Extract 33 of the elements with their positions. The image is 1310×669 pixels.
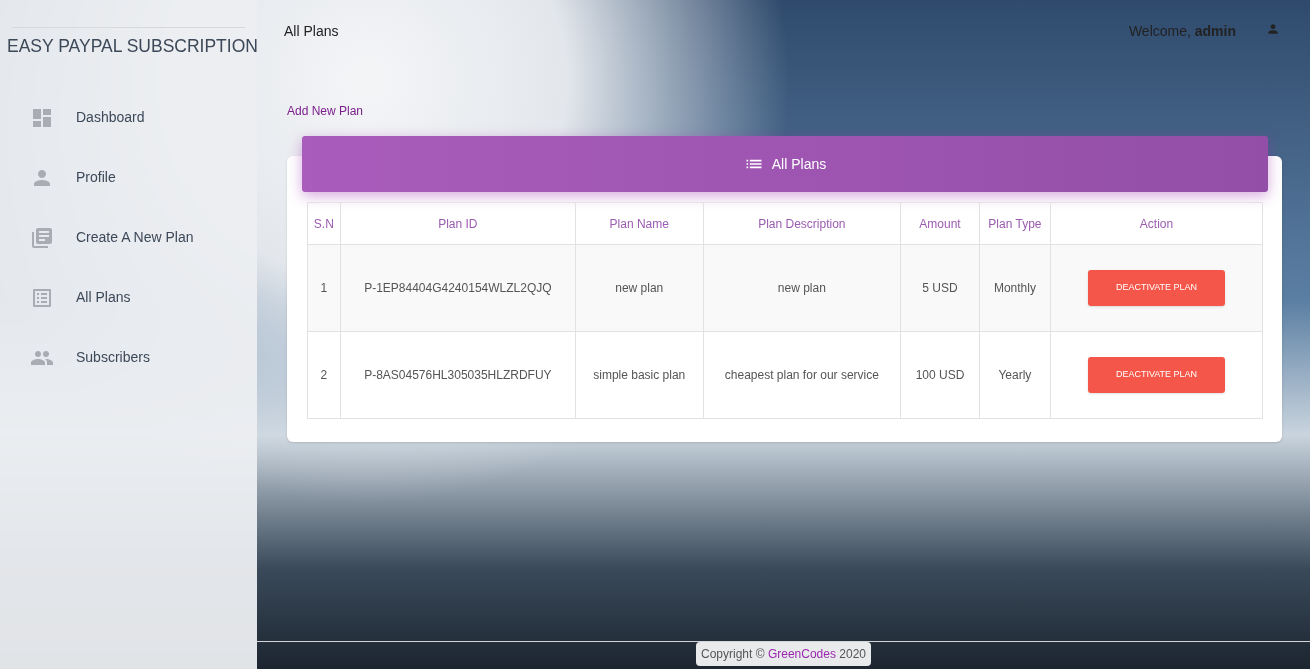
greencodes-link[interactable]: GreenCodes	[767, 647, 836, 661]
add-new-plan-link[interactable]: Add New Plan	[287, 104, 364, 118]
welcome-text: Welcome, admin	[1128, 21, 1236, 41]
table-cell: 2	[307, 331, 341, 419]
table-cell: cheapest plan for our service	[703, 331, 901, 419]
table-cell: new plan	[575, 244, 704, 332]
column-header: Amount	[900, 202, 980, 245]
copyright-text: Copyright © GreenCodes 2020	[696, 642, 871, 666]
column-header: Plan Name	[575, 202, 704, 245]
table-cell: Monthly	[979, 244, 1051, 332]
table-cell: 1	[307, 244, 341, 332]
person-icon[interactable]	[1266, 22, 1280, 36]
column-header: Plan Description	[703, 202, 901, 245]
column-header: S.N	[307, 202, 341, 245]
column-header: Action	[1050, 202, 1263, 245]
document-stack-icon	[30, 225, 54, 250]
table-cell: 5 USD	[900, 244, 980, 332]
column-header: Plan Type	[979, 202, 1051, 245]
sidebar-item[interactable]: Dashboard	[15, 101, 242, 135]
table-cell: new plan	[703, 244, 901, 332]
table-cell: simple basic plan	[575, 331, 704, 419]
table-cell: P-1EP84404G4240154WLZL2QJQ	[340, 244, 576, 332]
sidebar-item[interactable]: All Plans	[15, 281, 242, 315]
sidebar-item[interactable]: Subscribers	[15, 341, 242, 375]
card-title: All Plans	[771, 154, 827, 174]
sidebar-item[interactable]: Create A New Plan	[15, 221, 242, 255]
table-cell: 100 USD	[900, 331, 980, 419]
table-cell: P-8AS04576HL305035HLZRDFUY	[340, 331, 576, 419]
column-header: Plan ID	[340, 202, 576, 245]
page-title: All Plans	[284, 21, 339, 41]
brand-title: EASY PAYPAL SUBSCRIPTION	[6, 35, 257, 58]
sidebar-item[interactable]: Profile	[15, 161, 242, 195]
table-cell: Yearly	[979, 331, 1051, 419]
